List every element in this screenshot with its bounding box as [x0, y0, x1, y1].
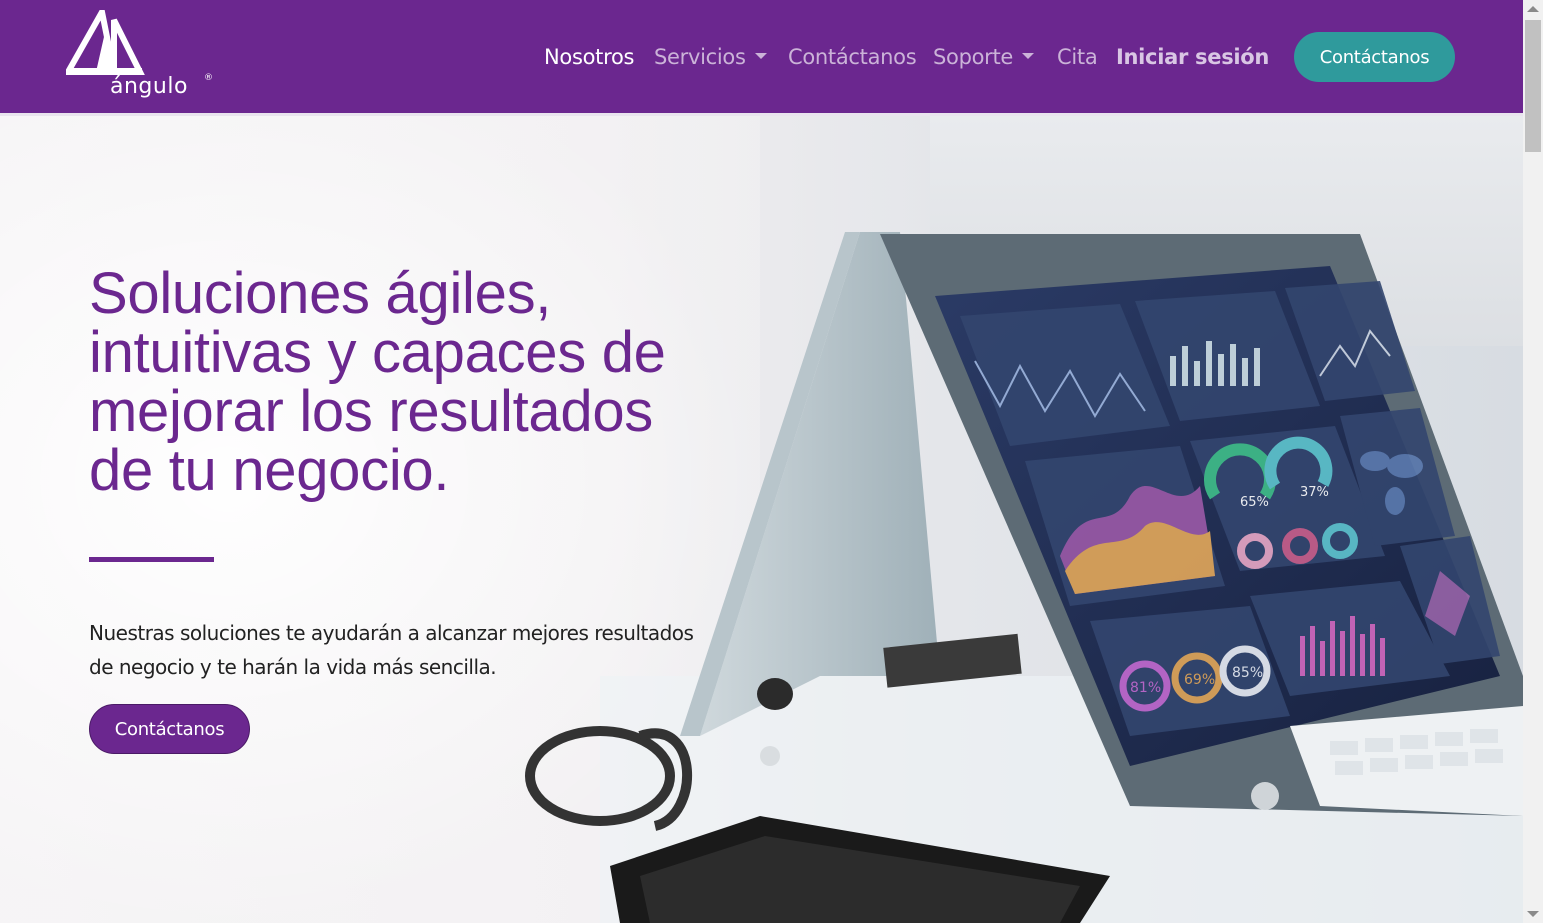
- scroll-thumb[interactable]: [1525, 20, 1541, 152]
- gauge-label: 65%: [1240, 495, 1269, 510]
- ring-label: 85%: [1232, 665, 1263, 681]
- chevron-down-icon: [1022, 53, 1035, 59]
- nav-item-contactanos[interactable]: Contáctanos: [788, 42, 917, 72]
- registered-mark: ®: [204, 73, 213, 83]
- nav-item-servicios[interactable]: Servicios: [654, 42, 767, 72]
- logo-triangle-icon: [66, 10, 145, 75]
- scroll-down-arrow-icon[interactable]: [1527, 911, 1539, 917]
- nav-item-nosotros[interactable]: Nosotros: [544, 42, 634, 72]
- laptop-dashboard-image: 65% 37% 81% 69% 85%: [525, 232, 1523, 923]
- chevron-down-icon: [754, 53, 767, 59]
- page-scrollbar[interactable]: [1523, 0, 1543, 923]
- nav-item-login[interactable]: Iniciar sesión: [1116, 42, 1269, 72]
- contact-button[interactable]: Contáctanos: [1294, 32, 1455, 82]
- heading-divider: [89, 557, 214, 562]
- hero-section: 65% 37% 81% 69% 85% Soluciones ágiles, i…: [0, 116, 1523, 923]
- hero-heading: Soluciones ágiles, intuitivas y capaces …: [89, 261, 666, 503]
- nav-item-servicios-label: Servicios: [654, 45, 746, 69]
- hero-description: Nuestras soluciones te ayudarán a alcanz…: [89, 621, 694, 679]
- top-navbar: ángulo ® Nosotros Servicios Contáctanos …: [0, 0, 1523, 113]
- nav-item-cita[interactable]: Cita: [1057, 42, 1098, 72]
- nav-item-soporte-label: Soporte: [933, 45, 1014, 69]
- ring-label: 81%: [1130, 680, 1161, 696]
- scroll-up-arrow-icon[interactable]: [1527, 6, 1539, 12]
- gauge-label: 37%: [1300, 485, 1329, 500]
- brand-logo[interactable]: ángulo ®: [66, 10, 226, 106]
- nav-item-soporte[interactable]: Soporte: [933, 42, 1035, 72]
- hero-contact-button[interactable]: Contáctanos: [89, 704, 250, 754]
- logo-wordmark: ángulo: [110, 74, 188, 99]
- ring-label: 69%: [1184, 672, 1215, 688]
